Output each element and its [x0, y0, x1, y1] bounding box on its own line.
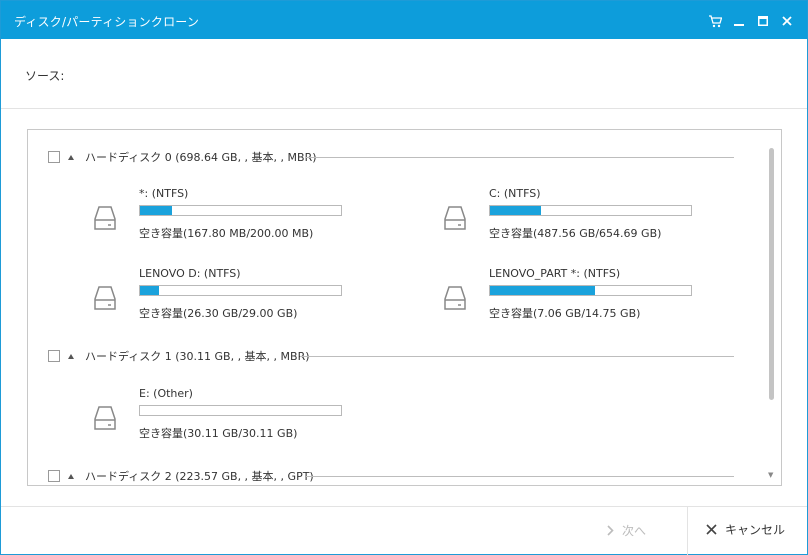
partition-item[interactable]: E: (Other) 空き容量(30.11 GB/30.11 GB) [93, 387, 353, 447]
partition-item[interactable]: *: (NTFS) 空き容量(167.80 MB/200.00 MB) [93, 187, 353, 247]
partition-name: *: (NTFS) [139, 187, 189, 200]
disk-1-checkbox[interactable] [48, 350, 60, 362]
close-icon[interactable] [775, 11, 799, 31]
disk-0-title: ハードディスク 0 (698.64 GB, , 基本, , MBR) [85, 151, 317, 164]
usage-fill [490, 286, 595, 295]
disk-1-title: ハードディスク 1 (30.11 GB, , 基本, , MBR) [85, 350, 310, 363]
cart-icon[interactable] [703, 11, 727, 31]
partition-usage-bar [139, 285, 342, 296]
usage-fill [490, 206, 542, 215]
partition-item[interactable]: LENOVO_PART *: (NTFS) 空き容量(7.06 GB/14.75… [443, 267, 703, 327]
clone-dialog: ディスク/パーティションクローン ソース: ハードディスク 0 (698.64 … [0, 0, 808, 555]
maximize-icon[interactable] [751, 11, 775, 31]
partition-item[interactable]: C: (NTFS) 空き容量(487.56 GB/654.69 GB) [443, 187, 703, 247]
window-title: ディスク/パーティションクローン [14, 15, 200, 29]
disk-2-title: ハードディスク 2 (223.57 GB, , 基本, , GPT) [85, 470, 314, 483]
title-bar: ディスク/パーティションクローン [1, 1, 807, 39]
next-button[interactable]: 次へ [607, 522, 646, 539]
minimize-icon[interactable] [727, 11, 751, 31]
partition-name: C: (NTFS) [489, 187, 541, 200]
source-label: ソース: [25, 69, 65, 83]
disk-list-panel: ハードディスク 0 (698.64 GB, , 基本, , MBR) *: (N… [27, 129, 782, 486]
disk-0-checkbox[interactable] [48, 151, 60, 163]
partition-name: LENOVO_PART *: (NTFS) [489, 267, 621, 280]
cancel-button[interactable]: キャンセル [706, 521, 785, 538]
disk-header-2: ハードディスク 2 (223.57 GB, , 基本, , GPT) [48, 468, 314, 484]
partition-free-space: 空き容量(487.56 GB/654.69 GB) [489, 227, 662, 240]
disk-2-separator [306, 476, 734, 477]
partition-usage-bar [139, 405, 342, 416]
collapse-caret-icon[interactable] [68, 154, 74, 160]
collapse-caret-icon[interactable] [68, 353, 74, 359]
drive-icon [94, 286, 116, 310]
cancel-button-label: キャンセル [725, 523, 786, 537]
partition-usage-bar [139, 205, 342, 216]
collapse-caret-icon[interactable] [68, 473, 74, 479]
disk-0-separator [306, 157, 734, 158]
partition-item[interactable]: LENOVO D: (NTFS) 空き容量(26.30 GB/29.00 GB) [93, 267, 353, 327]
disk-1-separator [300, 356, 734, 357]
partition-name: LENOVO D: (NTFS) [139, 267, 241, 280]
disk-2-checkbox[interactable] [48, 470, 60, 482]
footer: 次へ キャンセル [1, 506, 807, 555]
disk-header-0: ハードディスク 0 (698.64 GB, , 基本, , MBR) [48, 149, 317, 165]
partition-usage-bar [489, 205, 692, 216]
source-row: ソース: [1, 39, 807, 109]
scrollbar-thumb[interactable] [769, 148, 774, 400]
usage-fill [140, 286, 159, 295]
close-x-icon [706, 524, 717, 535]
drive-icon [444, 286, 466, 310]
drive-icon [94, 406, 116, 430]
chevron-right-icon [607, 525, 614, 536]
partition-name: E: (Other) [139, 387, 193, 400]
disk-header-1: ハードディスク 1 (30.11 GB, , 基本, , MBR) [48, 348, 310, 364]
footer-divider [687, 507, 688, 555]
next-button-label: 次へ [622, 524, 647, 538]
partition-usage-bar [489, 285, 692, 296]
partition-free-space: 空き容量(30.11 GB/30.11 GB) [139, 427, 298, 440]
partition-free-space: 空き容量(7.06 GB/14.75 GB) [489, 307, 641, 320]
scrollbar[interactable]: ▼ [768, 144, 775, 479]
partition-free-space: 空き容量(26.30 GB/29.00 GB) [139, 307, 298, 320]
usage-fill [140, 206, 173, 215]
window-controls [703, 11, 799, 31]
drive-icon [444, 206, 466, 230]
partition-free-space: 空き容量(167.80 MB/200.00 MB) [139, 227, 314, 240]
drive-icon [94, 206, 116, 230]
scroll-down-icon[interactable]: ▼ [768, 471, 773, 479]
